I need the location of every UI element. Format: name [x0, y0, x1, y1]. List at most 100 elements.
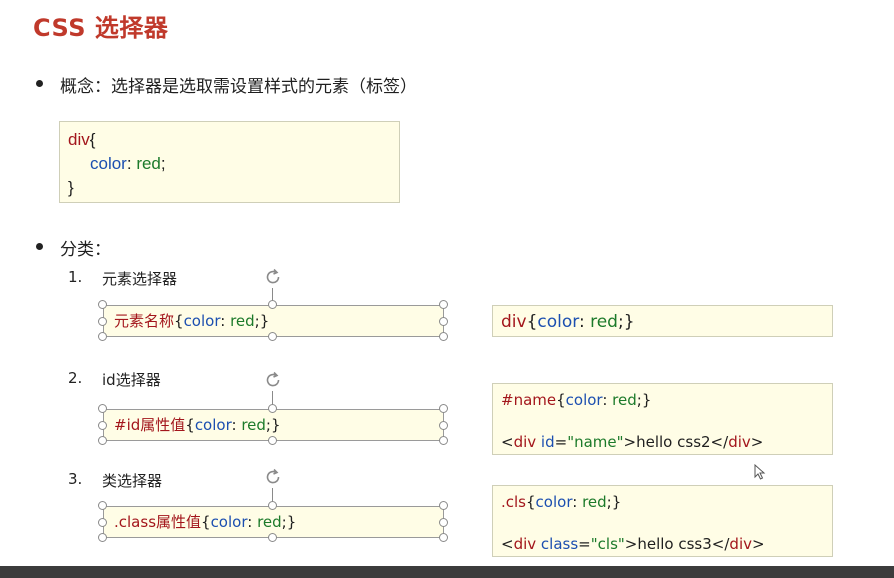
mouse-cursor-icon [754, 464, 766, 480]
example-colon: : [572, 493, 583, 511]
html-eq: = [554, 433, 568, 451]
example-property: color [565, 391, 603, 409]
example-close: ;} [636, 391, 652, 409]
resize-handle[interactable] [439, 300, 448, 309]
resize-handle[interactable] [439, 404, 448, 413]
resize-handle[interactable] [268, 404, 277, 413]
class-selector-example-box: .cls{color: red;} <div class="cls">hello… [492, 485, 833, 557]
code-property: color [90, 154, 127, 173]
example-value: red [590, 312, 618, 332]
resize-handle[interactable] [268, 332, 277, 341]
code-line-3: } [68, 176, 391, 200]
item-number: 2. [68, 369, 83, 387]
resize-handle[interactable] [439, 436, 448, 445]
code-selector: div [68, 130, 90, 149]
code-line-1: div{ [68, 128, 391, 152]
resize-handle[interactable] [439, 501, 448, 510]
resize-handle[interactable] [98, 436, 107, 445]
bullet-dot [36, 80, 43, 87]
syntax-selector: #id属性值 [114, 416, 186, 434]
example-css-line: #name{color: red;} [501, 390, 824, 411]
syntax-value: red [241, 416, 266, 434]
item-number: 3. [68, 470, 83, 488]
syntax-colon: : [220, 312, 231, 330]
slide-title: CSS 选择器 [33, 14, 169, 42]
resize-handle[interactable] [98, 533, 107, 542]
syntax-value: red [230, 312, 255, 330]
rotate-handle-icon[interactable] [263, 467, 283, 487]
code-value: red [136, 154, 161, 173]
syntax-selector: .class属性值 [114, 513, 202, 531]
resize-handle[interactable] [98, 518, 107, 527]
example-close: ;} [617, 312, 635, 332]
resize-handle[interactable] [439, 421, 448, 430]
item-label: 元素选择器 [102, 270, 178, 288]
resize-handle[interactable] [268, 533, 277, 542]
syntax-selector: 元素名称 [114, 312, 175, 330]
item-label: 类选择器 [102, 472, 163, 490]
resize-handle[interactable] [268, 501, 277, 510]
concept-text: 概念：选择器是选取需设置样式的元素（标签） [60, 77, 417, 97]
rotate-handle-icon[interactable] [263, 370, 283, 390]
example-colon: : [578, 312, 591, 332]
syntax-property: color [183, 312, 221, 330]
html-attr-value: "name" [567, 433, 624, 451]
example-property: color [535, 493, 573, 511]
syntax-close: ;} [281, 513, 297, 531]
resize-handle[interactable] [439, 317, 448, 326]
html-close-tag: div [728, 433, 751, 451]
html-gt: > [750, 433, 764, 451]
html-gt: > [752, 535, 765, 553]
html-attr: id [536, 433, 555, 451]
code-line-2: color: red; [68, 152, 391, 176]
resize-handle[interactable] [98, 317, 107, 326]
example-open: { [526, 493, 536, 511]
html-content: >hello css2</ [623, 433, 729, 451]
syntax-property: color [194, 416, 232, 434]
html-attr-value: "cls" [590, 535, 625, 553]
element-selector-example-box: div{color: red;} [492, 305, 833, 337]
resize-handle[interactable] [439, 533, 448, 542]
example-html-line: <div class="cls">hello css3</div> [501, 534, 824, 555]
syntax-open: { [185, 416, 195, 434]
syntax-value: red [257, 513, 282, 531]
resize-handle[interactable] [439, 332, 448, 341]
syntax-colon: : [247, 513, 258, 531]
resize-handle[interactable] [98, 404, 107, 413]
html-eq: = [578, 535, 591, 553]
example-selector: #name [501, 391, 557, 409]
bottom-bar [0, 566, 894, 578]
syntax-colon: : [231, 416, 242, 434]
resize-handle[interactable] [98, 501, 107, 510]
rotate-handle-icon[interactable] [263, 267, 283, 287]
example-css-line: .cls{color: red;} [501, 492, 824, 513]
bullet-dot [36, 243, 43, 250]
example-close: ;} [606, 493, 622, 511]
code-example-box: div{ color: red; } [59, 121, 400, 203]
resize-handle[interactable] [98, 300, 107, 309]
example-html-line: <div id="name">hello css2</div> [501, 432, 824, 453]
resize-handle[interactable] [268, 300, 277, 309]
category-text: 分类： [60, 240, 111, 260]
code-colon: : [126, 154, 137, 173]
resize-handle[interactable] [98, 332, 107, 341]
example-selector: div [501, 312, 527, 332]
resize-handle[interactable] [439, 518, 448, 527]
html-tag: div [513, 433, 537, 451]
syntax-close: ;} [254, 312, 270, 330]
resize-handle[interactable] [268, 436, 277, 445]
code-semicolon: ; [160, 154, 166, 173]
id-selector-example-box: #name{color: red;} <div id="name">hello … [492, 383, 833, 455]
example-value: red [582, 493, 607, 511]
example-selector: .cls [501, 493, 526, 511]
example-colon: : [602, 391, 613, 409]
resize-handle[interactable] [98, 421, 107, 430]
item-number: 1. [68, 268, 83, 286]
syntax-open: { [201, 513, 211, 531]
code-open-brace: { [89, 130, 96, 149]
html-lt: < [501, 433, 514, 451]
html-tag: div [513, 535, 537, 553]
syntax-property: color [210, 513, 248, 531]
example-value: red [612, 391, 637, 409]
example-open: { [526, 312, 538, 332]
